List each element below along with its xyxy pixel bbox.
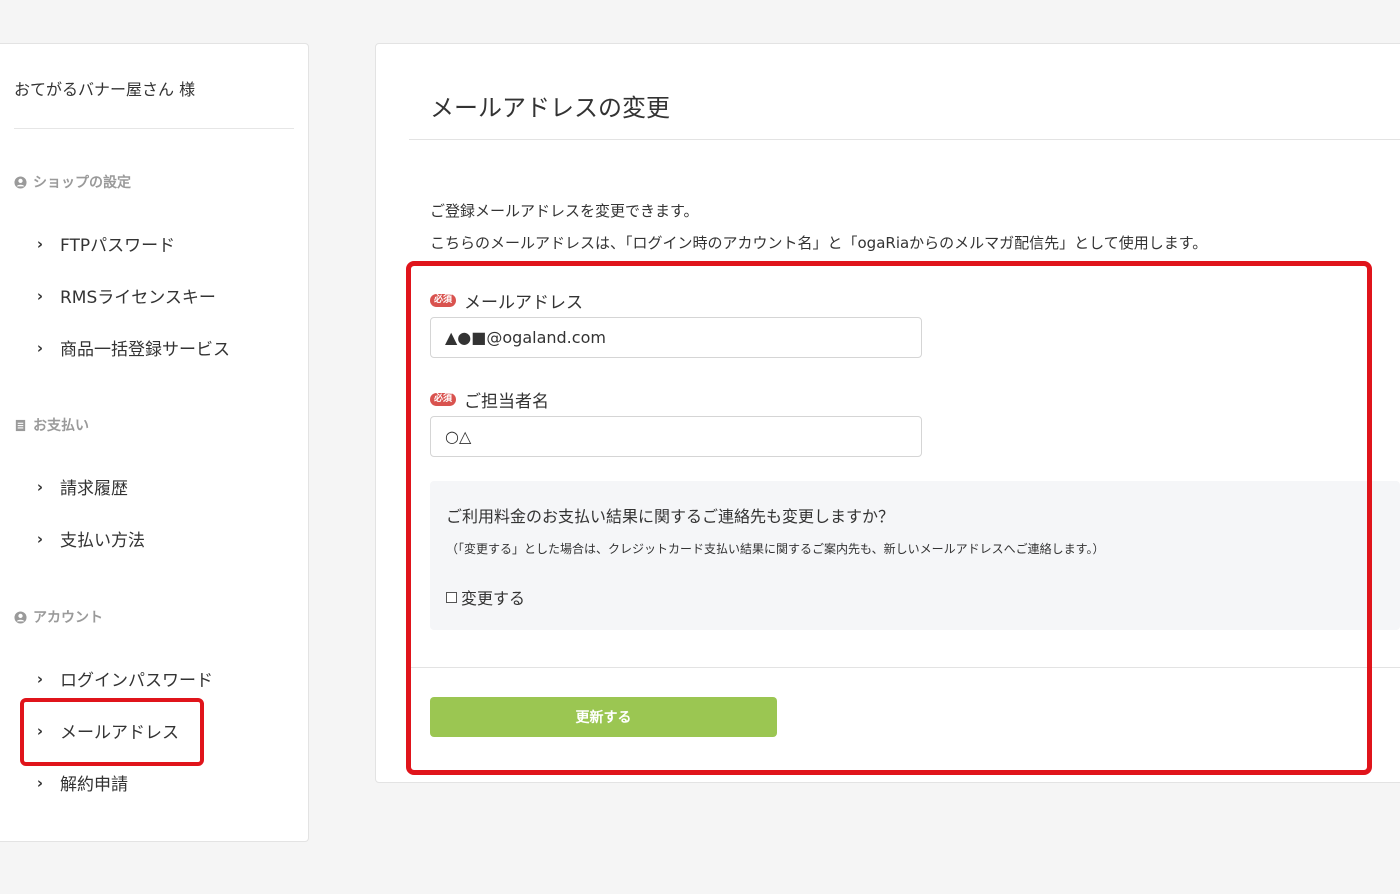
chevron-right-icon: › bbox=[36, 669, 44, 688]
description-line-2: こちらのメールアドレスは、「ログイン時のアカウント名」と「ogaRiaからのメル… bbox=[430, 234, 1208, 252]
receipt-icon bbox=[15, 419, 26, 431]
sidebar-item-rms-license-key[interactable]: › RMSライセンスキー bbox=[34, 283, 216, 309]
sidebar-item-login-password[interactable]: › ログインパスワード bbox=[34, 666, 213, 692]
sidebar-divider bbox=[14, 128, 294, 129]
user-circle-icon bbox=[14, 610, 27, 624]
chevron-right-icon: › bbox=[36, 286, 44, 305]
sidebar-item-cancellation[interactable]: › 解約申請 bbox=[34, 770, 128, 796]
title-divider bbox=[409, 139, 1400, 140]
chevron-right-icon: › bbox=[36, 338, 44, 357]
chevron-right-icon: › bbox=[36, 477, 44, 496]
chevron-right-icon: › bbox=[36, 773, 44, 792]
sidebar-item-ftp-password[interactable]: › FTPパスワード bbox=[34, 231, 175, 257]
active-item-highlight bbox=[20, 698, 204, 766]
shop-name: おてがるバナー屋さん 様 bbox=[14, 80, 196, 99]
chevron-right-icon: › bbox=[36, 529, 44, 548]
page-title: メールアドレスの変更 bbox=[430, 94, 670, 122]
user-circle-icon bbox=[14, 175, 27, 189]
section-heading-shop-settings: ショップの設定 bbox=[14, 172, 131, 192]
sidebar-item-billing-history[interactable]: › 請求履歴 bbox=[34, 474, 128, 500]
description-line-1: ご登録メールアドレスを変更できます。 bbox=[430, 202, 699, 220]
section-heading-account: アカウント bbox=[14, 607, 103, 627]
sidebar-item-bulk-registration[interactable]: › 商品一括登録サービス bbox=[34, 335, 230, 361]
section-heading-payment: お支払い bbox=[14, 415, 89, 435]
form-highlight bbox=[406, 261, 1372, 775]
sidebar-item-payment-method[interactable]: › 支払い方法 bbox=[34, 526, 145, 552]
chevron-right-icon: › bbox=[36, 234, 44, 253]
